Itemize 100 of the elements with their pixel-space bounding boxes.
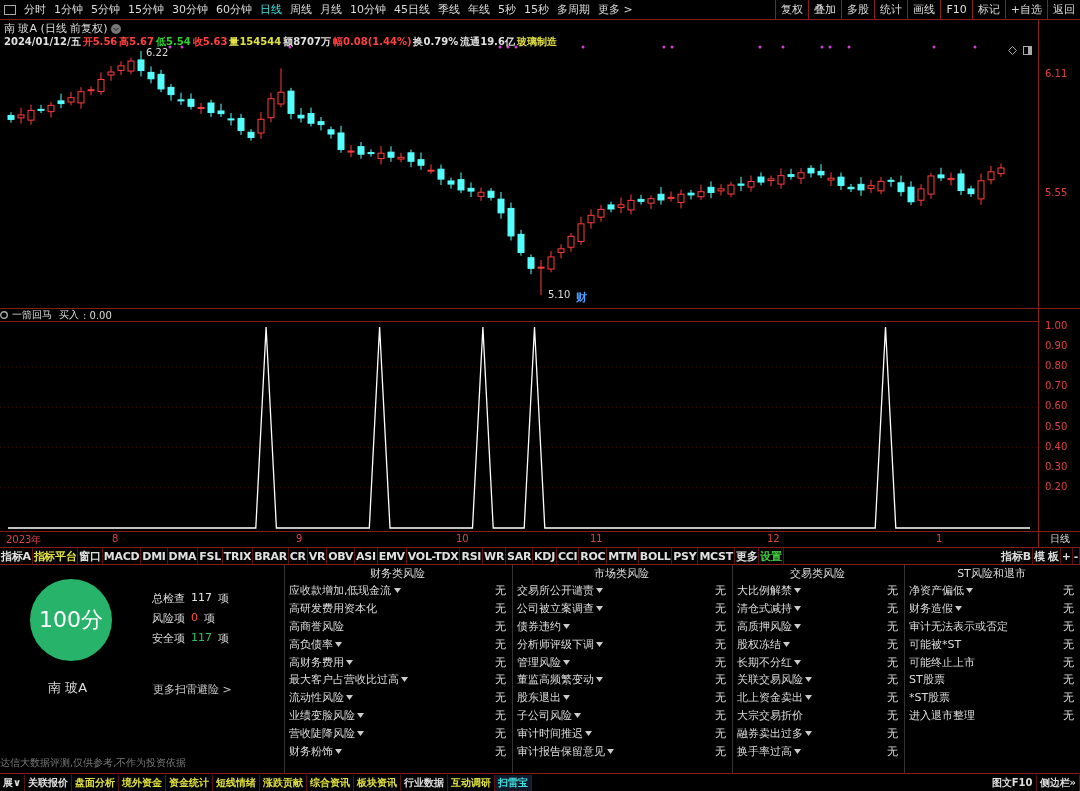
toolbar-button[interactable]: 多股	[841, 0, 875, 19]
indicator-tab[interactable]: MACD	[102, 548, 142, 564]
panel-icon[interactable]	[1023, 46, 1032, 55]
risk-item-name[interactable]: *ST股票	[909, 690, 951, 706]
toolbar-button[interactable]: 返回	[1047, 0, 1080, 19]
risk-item-name[interactable]: 审计时间推迟	[517, 725, 583, 741]
caret-icon[interactable]	[794, 659, 801, 665]
diamond-icon[interactable]	[1008, 46, 1017, 55]
risk-item-name[interactable]: 清仓式减持	[737, 601, 792, 617]
indicator-tab[interactable]: BOLL	[638, 548, 673, 564]
indicator-tab[interactable]: KDJ	[533, 548, 557, 564]
risk-item-name[interactable]: 股权冻结	[737, 636, 781, 652]
window-icon[interactable]	[4, 4, 16, 15]
risk-item-name[interactable]: 高商誉风险	[289, 619, 344, 634]
period-tab[interactable]: 日线	[256, 2, 286, 17]
risk-item-name[interactable]: 进入退市整理	[909, 707, 975, 723]
period-tab[interactable]: 30分钟	[168, 2, 212, 17]
indicator-tab[interactable]: ROC	[579, 548, 608, 564]
risk-item-name[interactable]: 股东退出	[517, 690, 561, 706]
caret-icon[interactable]	[357, 712, 364, 718]
risk-item-name[interactable]: 审计无法表示或否定	[909, 619, 1008, 634]
caret-icon[interactable]	[794, 624, 801, 629]
risk-item-name[interactable]: 可能终止上市	[909, 654, 975, 670]
bottom-tab[interactable]: 境外资金	[119, 775, 167, 791]
indicator-tool[interactable]: 指标B	[1000, 548, 1033, 564]
period-tab[interactable]: 5分钟	[87, 2, 124, 17]
risk-item-name[interactable]: ST股票	[909, 672, 945, 688]
indicator-tab[interactable]: 更多	[734, 548, 760, 564]
period-tab[interactable]: 更多 >	[594, 2, 637, 17]
risk-item-name[interactable]: 北上资金卖出	[737, 690, 803, 706]
caret-icon[interactable]	[346, 659, 353, 665]
indicator-tab[interactable]: OBV	[327, 548, 356, 564]
risk-item-name[interactable]: 董监高频繁变动	[517, 672, 594, 688]
indicator-tab[interactable]: TRIX	[222, 548, 254, 564]
caret-icon[interactable]	[335, 641, 342, 647]
caret-icon[interactable]	[596, 677, 603, 683]
indicator-tab[interactable]: CCI	[556, 548, 580, 564]
caret-icon[interactable]	[794, 588, 801, 594]
indicator-tab[interactable]: FSL	[198, 548, 223, 564]
toolbar-button[interactable]: +自选	[1004, 0, 1047, 19]
period-tab[interactable]: 60分钟	[212, 2, 256, 17]
risk-item-name[interactable]: 大比例解禁	[737, 583, 792, 599]
caret-icon[interactable]	[335, 748, 342, 754]
risk-item-name[interactable]: 高负债率	[289, 636, 333, 652]
bottom-button[interactable]: 侧边栏»	[1036, 775, 1080, 791]
risk-item-name[interactable]: 业绩变脸风险	[289, 707, 355, 723]
risk-item-name[interactable]: 管理风险	[517, 654, 561, 670]
caret-icon[interactable]	[805, 695, 812, 701]
risk-item-name[interactable]: 应收款增加,低现金流	[289, 583, 392, 599]
caret-icon[interactable]	[805, 677, 812, 683]
period-tab[interactable]: 季线	[434, 2, 464, 17]
risk-item-name[interactable]: 审计报告保留意见	[517, 743, 605, 759]
bottom-tab[interactable]: 板块资讯	[354, 775, 402, 791]
indicator-tab[interactable]: EMV	[377, 548, 407, 564]
caret-icon[interactable]	[393, 588, 401, 594]
caret-icon[interactable]	[585, 730, 592, 736]
risk-item-name[interactable]: 流动性风险	[289, 690, 344, 706]
period-tab[interactable]: 15分钟	[124, 2, 168, 17]
period-tab[interactable]: 分时	[20, 2, 50, 17]
period-tab[interactable]: 45日线	[390, 2, 434, 17]
risk-item-name[interactable]: 高财务费用	[289, 654, 344, 670]
risk-item-name[interactable]: 分析师评级下调	[517, 636, 594, 652]
indicator-tab[interactable]: SAR	[506, 548, 534, 564]
risk-item-name[interactable]: 公司被立案调查	[517, 601, 594, 617]
indicator-tab[interactable]: BRAR	[253, 548, 289, 564]
caret-icon[interactable]	[574, 712, 581, 718]
risk-item-name[interactable]: 财务造假	[909, 601, 953, 617]
period-tab[interactable]: 周线	[286, 2, 316, 17]
bottom-tab[interactable]: 展∨	[0, 775, 26, 791]
caret-icon[interactable]	[357, 730, 364, 736]
period-tab[interactable]: 多周期	[553, 2, 594, 17]
caret-icon[interactable]	[966, 588, 973, 594]
risk-item-name[interactable]: 可能被*ST	[909, 636, 962, 652]
caret-icon[interactable]	[401, 677, 408, 683]
caret-icon[interactable]	[563, 624, 570, 629]
event-badge[interactable]: 财	[576, 290, 587, 305]
caret-icon[interactable]	[805, 730, 812, 736]
indicator-tab[interactable]: VOL-TDX	[406, 548, 461, 564]
indicator-tab[interactable]: WR	[483, 548, 507, 564]
risk-item-name[interactable]: 高研发费用资本化	[289, 601, 377, 617]
risk-item-name[interactable]: 大宗交易折价	[737, 707, 803, 723]
bottom-tab[interactable]: 盘面分析	[72, 775, 120, 791]
indicator-tab[interactable]: 指标A	[0, 548, 33, 564]
indicator-tool[interactable]: 模 板	[1032, 548, 1061, 564]
period-tab[interactable]: 15秒	[520, 2, 553, 17]
period-tab[interactable]: 10分钟	[346, 2, 390, 17]
risk-item-name[interactable]: 高质押风险	[737, 619, 792, 634]
caret-icon[interactable]	[794, 606, 801, 612]
indicator-tab[interactable]: 窗口	[78, 548, 103, 564]
caret-icon[interactable]	[955, 606, 962, 612]
period-tab[interactable]: 月线	[316, 2, 346, 17]
more-link[interactable]: 更多扫雷避险 >	[153, 682, 232, 697]
caret-icon[interactable]	[596, 588, 603, 594]
caret-icon[interactable]	[596, 641, 603, 647]
toolbar-button[interactable]: 统计	[874, 0, 908, 19]
period-tab[interactable]: 5秒	[494, 2, 520, 17]
risk-item-name[interactable]: 关联交易风险	[737, 672, 803, 688]
risk-item-name[interactable]: 营收陡降风险	[289, 725, 355, 741]
bottom-tab[interactable]: 资金统计	[166, 775, 214, 791]
indicator-tab[interactable]: 指标平台	[32, 548, 79, 564]
